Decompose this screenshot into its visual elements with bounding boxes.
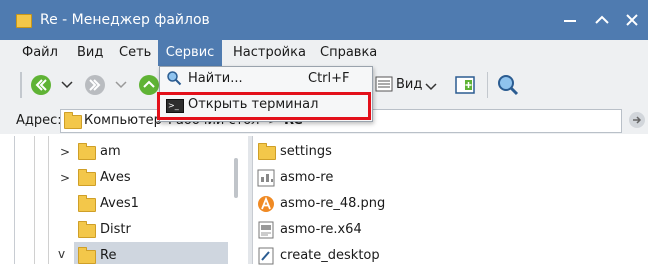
chevron-down-icon[interactable] <box>60 80 74 90</box>
tree-guide-line <box>34 136 35 264</box>
tree-item-aves1[interactable]: Aves1 <box>100 196 139 212</box>
menu-network[interactable]: Сеть <box>119 40 151 66</box>
expand-arrow-icon[interactable]: > <box>60 144 70 160</box>
file-item-asmo-re-x64[interactable]: asmo-re.x64 <box>280 222 362 238</box>
expand-arrow-icon[interactable]: > <box>60 170 70 186</box>
collapse-arrow-icon[interactable]: v <box>58 246 65 262</box>
script-icon <box>258 247 274 265</box>
close-icon[interactable] <box>622 10 642 30</box>
back-icon[interactable] <box>30 74 52 96</box>
highlight-annotation <box>157 92 371 120</box>
find-shortcut: Ctrl+F <box>308 71 350 86</box>
folder-icon <box>78 169 96 186</box>
tree-item-re[interactable]: Re <box>100 248 116 264</box>
file-item-asmo-re[interactable]: asmo-re <box>280 170 333 186</box>
toolbar-grip <box>20 72 22 98</box>
tree-scrollbar[interactable] <box>234 158 238 198</box>
image-icon <box>258 196 274 212</box>
chevron-down-icon[interactable] <box>424 82 438 92</box>
executable-icon <box>257 169 275 187</box>
folder-icon <box>64 112 82 129</box>
tree-guide-line <box>48 136 49 264</box>
address-label: Адрес: <box>16 113 62 128</box>
menu-help[interactable]: Справка <box>320 40 377 66</box>
folder-icon <box>78 143 96 160</box>
view-icon[interactable] <box>374 74 394 94</box>
forward-icon[interactable] <box>84 74 106 96</box>
tree-item-distr[interactable]: Distr <box>100 222 131 238</box>
tree-row-selected[interactable] <box>74 242 228 264</box>
file-item-asmo-re-png[interactable]: asmo-re_48.png <box>280 196 385 212</box>
file-item-settings[interactable]: settings <box>280 144 332 160</box>
menu-settings[interactable]: Настройка <box>233 40 306 66</box>
folder-icon <box>78 221 96 238</box>
minimize-icon[interactable] <box>560 10 580 30</box>
tree-item-aves[interactable]: Aves <box>100 170 131 186</box>
path-computer[interactable]: Компьютер <box>84 113 162 129</box>
folder-icon <box>78 247 96 264</box>
binary-icon <box>258 221 274 239</box>
chevron-down-icon[interactable] <box>114 80 128 90</box>
new-panel-icon[interactable] <box>454 74 476 96</box>
menu-service[interactable]: Сервис <box>158 40 222 66</box>
folder-icon <box>16 14 32 28</box>
menu-item-find[interactable]: Найти... <box>188 71 243 87</box>
window-title: Re - Менеджер файлов <box>40 12 210 28</box>
tree-item-am[interactable]: am <box>100 144 121 160</box>
menu-view[interactable]: Вид <box>77 40 103 66</box>
folder-icon <box>258 143 276 160</box>
view-label[interactable]: Вид <box>396 77 422 93</box>
menu-file[interactable]: Файл <box>22 40 58 66</box>
file-item-create-desktop[interactable]: create_desktop <box>280 248 380 264</box>
folder-icon <box>78 195 96 212</box>
search-icon[interactable] <box>496 73 520 97</box>
search-icon <box>167 71 182 86</box>
maximize-icon[interactable] <box>592 10 612 30</box>
go-icon[interactable] <box>628 111 646 129</box>
toolbar-separator <box>487 72 488 98</box>
